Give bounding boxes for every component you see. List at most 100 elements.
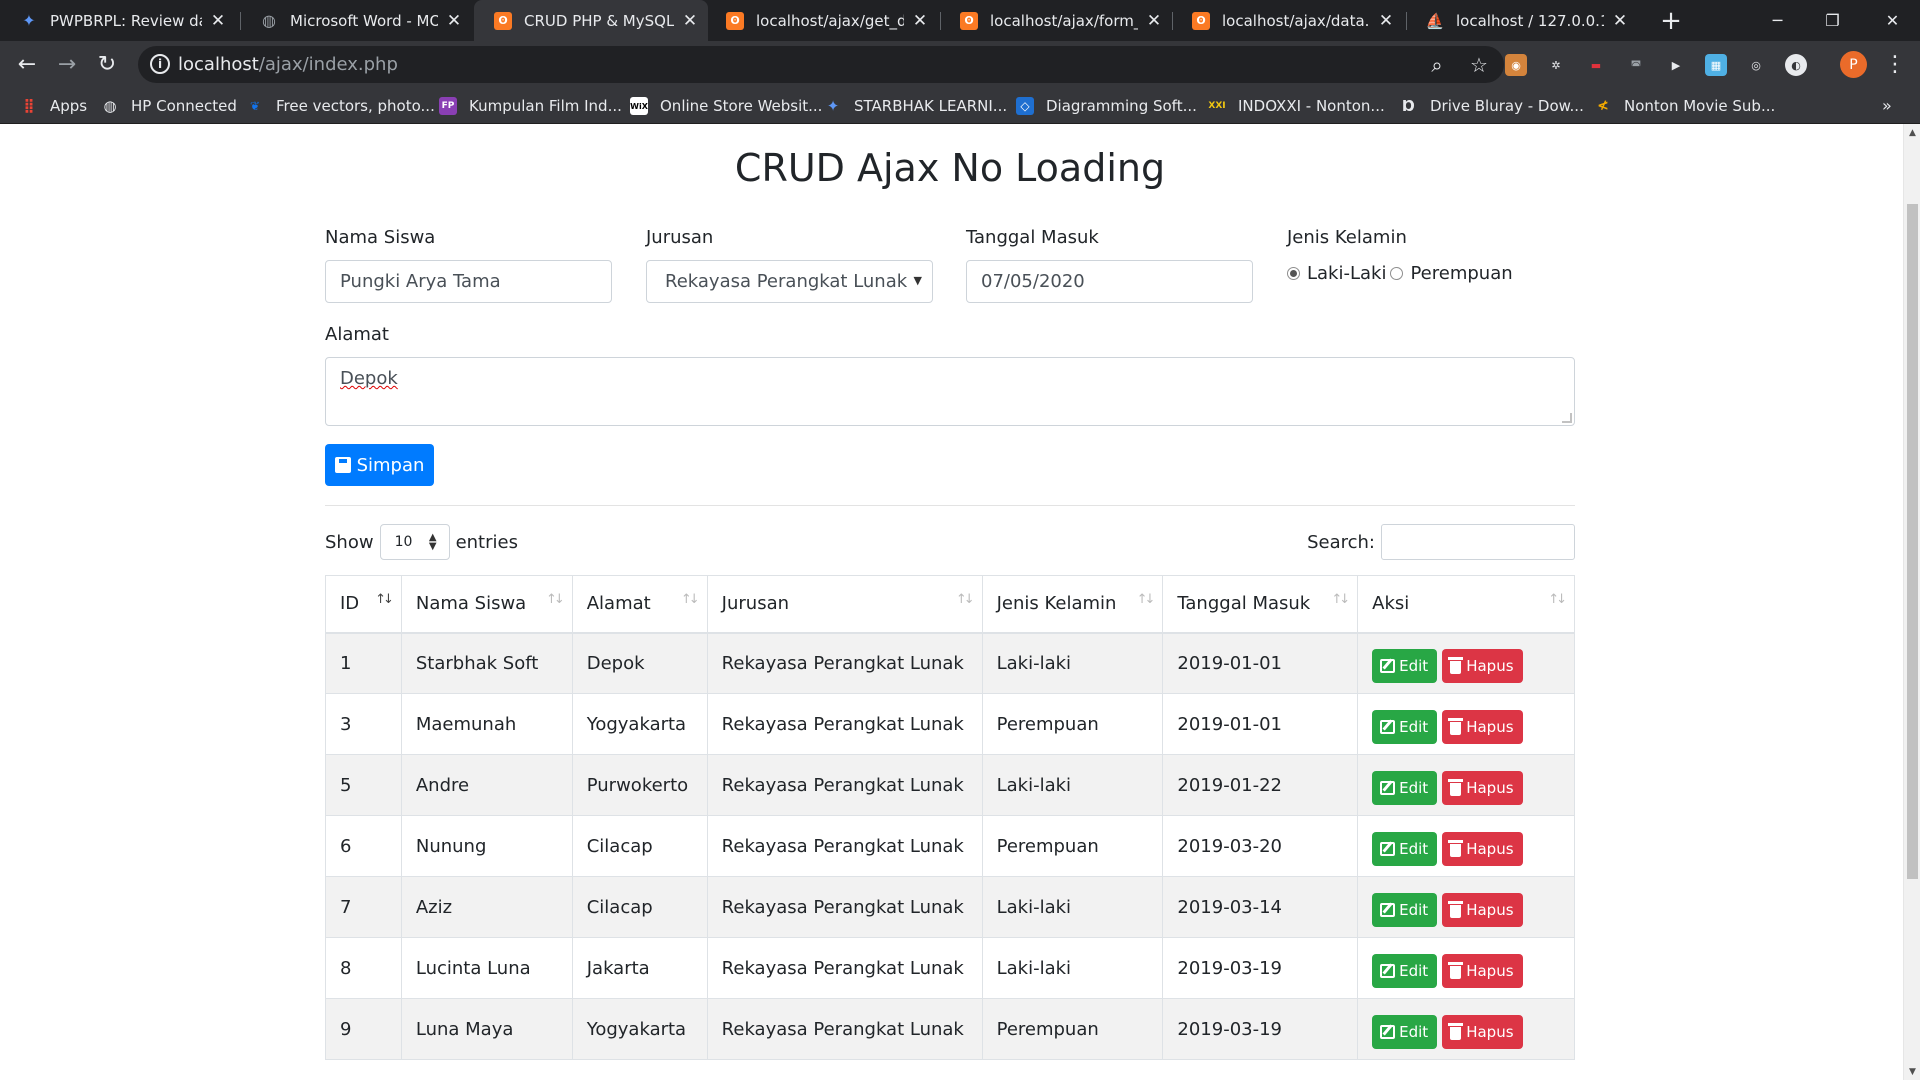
vertical-scrollbar[interactable]: ▲ ▼ (1903, 124, 1920, 1080)
cell-aksi: Edit Hapus (1357, 998, 1575, 1060)
bookmark-film-ind[interactable]: FP Kumpulan Film Ind... (439, 88, 622, 124)
tab-pwpbrpl[interactable]: ✦ PWPBRPL: Review dan ✕ (0, 0, 236, 41)
bookmark-drive-bluray[interactable]: Ɒ Drive Bluray - Dow... (1400, 88, 1584, 124)
extension-mega-icon[interactable]: ▬ (1585, 54, 1607, 76)
cell-alamat: Purwokerto (571, 754, 708, 816)
indoxxi-icon: XXI (1208, 101, 1226, 111)
starbhak-icon: ✦ (826, 97, 840, 115)
restore-button[interactable]: ❐ (1805, 0, 1860, 41)
close-icon[interactable]: ✕ (1610, 11, 1630, 31)
bookmark-indoxxi[interactable]: XXI INDOXXI - Nonton... (1208, 88, 1384, 124)
entries-length-select[interactable]: 10 ▲ ▼ (379, 524, 450, 560)
cell-nama: Andre (400, 754, 573, 816)
column-header-alamat[interactable]: Alamat ↑↓ (571, 575, 708, 634)
jurusan-select[interactable]: Rekayasa Perangkat Lunak ▼ (646, 260, 933, 303)
extension-circle-icon[interactable]: ◐ (1785, 54, 1807, 76)
forward-button[interactable]: → (50, 47, 84, 81)
tab-get-data[interactable]: ʘ localhost/ajax/get_data ✕ (706, 0, 938, 41)
column-header-aksi[interactable]: Aksi ↑↓ (1357, 575, 1575, 634)
search-input[interactable] (1381, 524, 1575, 560)
cell-tanggal-masuk: 2019-03-19 (1162, 937, 1359, 999)
movie-icon: ≮ (1597, 98, 1609, 114)
column-header-jenis-kelamin[interactable]: Jenis Kelamin ↑↓ (981, 575, 1164, 634)
scrollbar-thumb[interactable] (1907, 204, 1918, 879)
bookmark-freepik[interactable]: ❦ Free vectors, photo... (246, 88, 435, 124)
cell-alamat: Depok (571, 632, 708, 694)
zoom-search-icon[interactable]: ⌕ (1424, 52, 1450, 78)
new-tab-button[interactable]: + (1656, 0, 1686, 41)
scroll-down-arrow-icon[interactable]: ▼ (1904, 1063, 1920, 1080)
entries-length-value: 10 (394, 534, 413, 550)
radio-perempuan[interactable] (1390, 267, 1404, 280)
starbhak-icon: ✦ (22, 11, 36, 30)
bookmark-starbhak[interactable]: ✦ STARBHAK LEARNI... (824, 88, 1007, 124)
scroll-up-arrow-icon[interactable]: ▲ (1904, 124, 1920, 141)
minimize-button[interactable]: ─ (1750, 0, 1805, 41)
bookmark-star-icon[interactable]: ☆ (1466, 52, 1492, 78)
edit-button[interactable]: Edit (1372, 771, 1438, 805)
cell-id: 6 (325, 815, 402, 877)
window-close-button[interactable]: ✕ (1865, 0, 1920, 41)
tab-data-php[interactable]: ʘ localhost/ajax/data.php ✕ (1172, 0, 1404, 41)
reload-button[interactable]: ↻ (90, 47, 124, 81)
edit-label: Edit (1399, 962, 1429, 980)
updown-caret-icon: ▲ ▼ (428, 532, 437, 552)
table-row: 7 Aziz Cilacap Rekayasa Perangkat Lunak … (325, 876, 1575, 938)
tanggal-masuk-input[interactable]: 07/05/2020 (966, 260, 1253, 303)
column-header-id[interactable]: ID ↑↓ (325, 575, 402, 634)
close-icon[interactable]: ✕ (910, 11, 930, 31)
edit-button[interactable]: Edit (1372, 710, 1438, 744)
more-bookmarks-chevron-icon[interactable]: » (1882, 88, 1892, 124)
back-button[interactable]: ← (10, 47, 44, 81)
close-icon[interactable]: ✕ (444, 11, 464, 31)
info-icon[interactable]: i (150, 54, 170, 74)
close-icon[interactable]: ✕ (680, 11, 700, 31)
close-icon[interactable]: ✕ (208, 11, 228, 31)
edit-button[interactable]: Edit (1372, 893, 1438, 927)
bookmark-apps[interactable]: ⣿ Apps (20, 88, 88, 124)
resize-grip-icon[interactable] (1562, 413, 1572, 423)
radio-laki-laki[interactable] (1287, 267, 1300, 280)
nama-siswa-input[interactable]: Pungki Arya Tama (325, 260, 612, 303)
column-header-tanggal-masuk[interactable]: Tanggal Masuk ↑↓ (1162, 575, 1359, 634)
column-header-nama[interactable]: Nama Siswa ↑↓ (400, 575, 573, 634)
hapus-button[interactable]: Hapus (1442, 954, 1523, 988)
trash-icon (1448, 778, 1464, 796)
edit-button[interactable]: Edit (1372, 954, 1438, 988)
close-icon[interactable]: ✕ (1376, 11, 1396, 31)
hapus-button[interactable]: Hapus (1442, 893, 1523, 927)
menu-kebab-icon[interactable]: ⋮ (1880, 49, 1910, 79)
tab-crud-active[interactable]: ʘ CRUD PHP & MySQLi ✕ (474, 0, 708, 41)
profile-avatar[interactable]: P (1840, 51, 1867, 78)
close-icon[interactable]: ✕ (1144, 11, 1164, 31)
extension-grid-icon[interactable]: ▦ (1705, 54, 1727, 76)
column-header-jurusan[interactable]: Jurusan ↑↓ (706, 575, 983, 634)
bookmark-diagram[interactable]: ◇ Diagramming Soft... (1016, 88, 1197, 124)
extension-bug-icon[interactable]: ✲ (1545, 54, 1567, 76)
extension-record-icon[interactable]: ◎ (1745, 54, 1767, 76)
hapus-button[interactable]: Hapus (1442, 771, 1523, 805)
extension-burger-icon[interactable]: ◉ (1505, 54, 1527, 76)
extension-cursor-icon[interactable]: ▶ (1665, 54, 1687, 76)
floppy-disk-icon (334, 457, 351, 473)
film-icon: FP (439, 97, 457, 115)
tab-phpmyadmin[interactable]: ⛵ localhost / 127.0.0.1 / p ✕ (1406, 0, 1638, 41)
tab-form-action[interactable]: ʘ localhost/ajax/form_ac ✕ (940, 0, 1172, 41)
column-header-label: Aksi (1372, 593, 1410, 615)
alamat-textarea[interactable]: Depok (325, 357, 1575, 426)
bookmark-nonton-movie[interactable]: ≮ Nonton Movie Sub... (1594, 88, 1775, 124)
address-bar[interactable]: i localhost/ajax/index.php ⌕ ☆ (138, 46, 1504, 83)
hapus-button[interactable]: Hapus (1442, 1015, 1523, 1049)
edit-button[interactable]: Edit (1372, 1015, 1438, 1049)
cell-jenis-kelamin: Laki-laki (981, 632, 1164, 694)
bookmark-hp-connected[interactable]: ◍ HP Connected (101, 88, 236, 124)
hapus-button[interactable]: Hapus (1442, 710, 1523, 744)
edit-button[interactable]: Edit (1372, 832, 1438, 866)
edit-button[interactable]: Edit (1372, 649, 1438, 684)
bookmark-wix[interactable]: WiX Online Store Websit... (630, 88, 822, 124)
simpan-button[interactable]: Simpan (325, 444, 434, 486)
hapus-button[interactable]: Hapus (1442, 832, 1523, 866)
hapus-button[interactable]: Hapus (1442, 649, 1523, 684)
tab-word[interactable]: ◍ Microsoft Word - MOD ✕ (240, 0, 472, 41)
extension-gamepad-icon[interactable]: ◚ (1625, 54, 1647, 76)
